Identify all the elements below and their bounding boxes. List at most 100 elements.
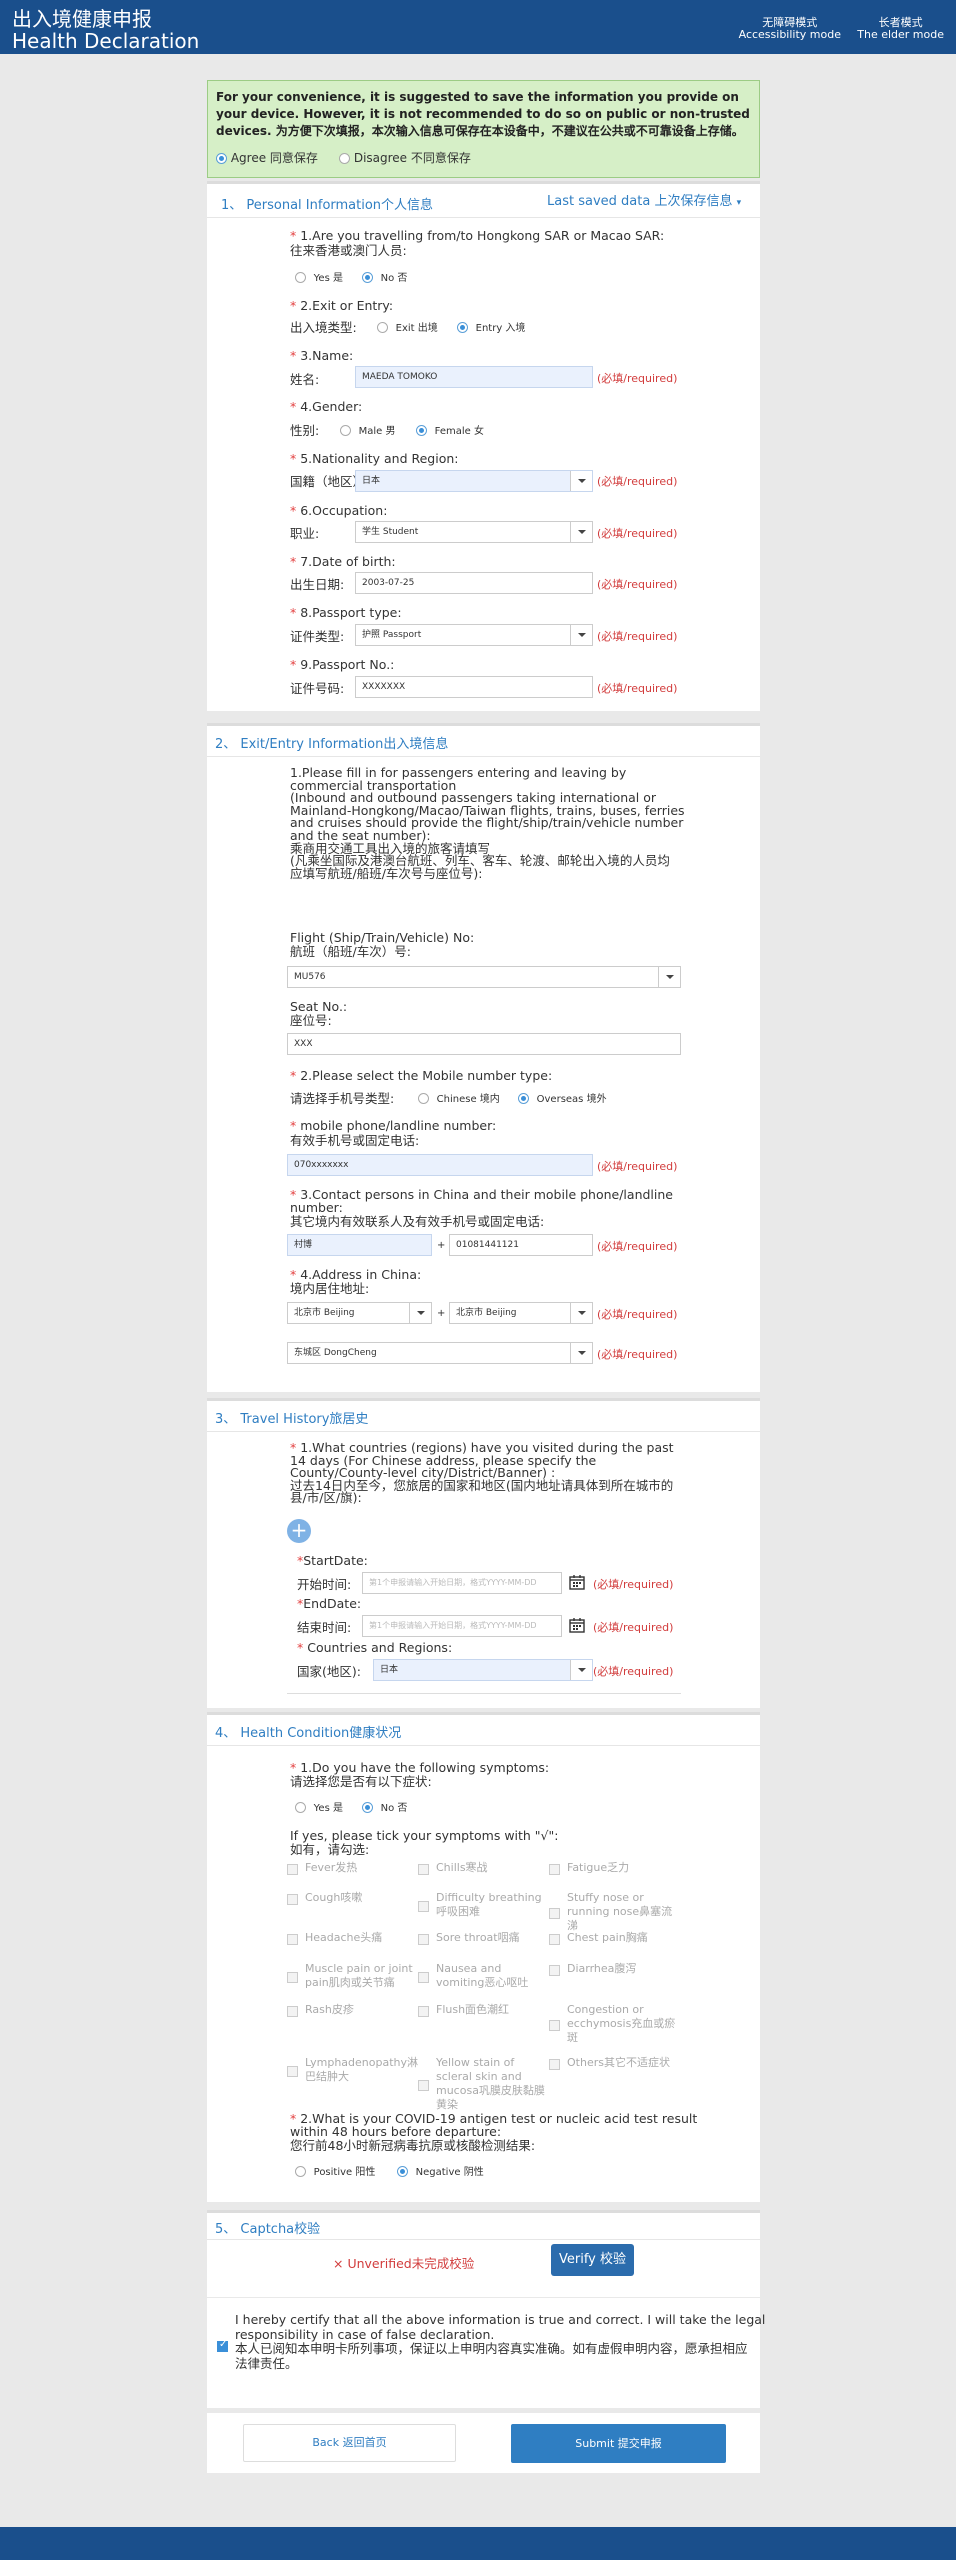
- accessibility-mode-link[interactable]: 无障碍模式 Accessibility mode: [739, 17, 841, 41]
- contact-name-input[interactable]: 村博: [287, 1234, 432, 1256]
- negative-radio[interactable]: [397, 2166, 408, 2177]
- symptom-checkbox[interactable]: [549, 2020, 560, 2031]
- q1-no-option[interactable]: No 否: [362, 270, 407, 286]
- q1-yes-option[interactable]: Yes 是: [295, 270, 343, 286]
- divider: [287, 1693, 681, 1694]
- verify-button[interactable]: Verify 校验: [551, 2244, 634, 2276]
- dob-input[interactable]: 2003-07-25: [355, 572, 593, 594]
- chevron-down-icon[interactable]: [570, 1660, 592, 1680]
- test-q-cn: 您行前48小时新冠病毒抗原或核酸检测结果:: [290, 2138, 536, 2153]
- last-saved-dropdown[interactable]: Last saved data 上次保存信息 ▾: [547, 194, 741, 211]
- symptom-checkbox[interactable]: [549, 1864, 560, 1875]
- q7-cn: 出生日期:: [290, 577, 345, 592]
- symptoms-yes-option[interactable]: Yes 是: [295, 1800, 343, 1816]
- calendar-icon[interactable]: [569, 1574, 585, 1590]
- section-title: 3、 Travel History旅居史: [215, 1412, 369, 1427]
- symptom-checkbox[interactable]: [549, 1908, 560, 1919]
- symptoms-q-cn: 请选择您是否有以下症状:: [290, 1774, 432, 1789]
- q8-cn: 证件类型:: [290, 629, 345, 644]
- exit-option[interactable]: Exit 出境: [377, 320, 438, 336]
- app-footer: [0, 2527, 956, 2560]
- negative-option[interactable]: Negative 阴性: [397, 2164, 484, 2180]
- yes-radio[interactable]: [295, 272, 306, 283]
- submit-button[interactable]: Submit 提交申报: [511, 2424, 726, 2463]
- symptoms-no-option[interactable]: No 否: [362, 1800, 407, 1816]
- male-radio[interactable]: [340, 425, 351, 436]
- positive-option[interactable]: Positive 阳性: [295, 2164, 375, 2180]
- start-date-input[interactable]: 第1个申报请输入开始日期，格式YYYY-MM-DD: [362, 1572, 562, 1594]
- no-radio[interactable]: [362, 272, 373, 283]
- exit-radio[interactable]: [377, 322, 388, 333]
- agree-radio[interactable]: [216, 153, 227, 164]
- symptom-checkbox[interactable]: [418, 1864, 429, 1875]
- agree-option[interactable]: Agree 同意保存: [216, 151, 318, 166]
- symptom-checkbox[interactable]: [287, 2006, 298, 2017]
- positive-radio[interactable]: [295, 2166, 306, 2177]
- end-date-input[interactable]: 第1个申报请输入开始日期，格式YYYY-MM-DD: [362, 1615, 562, 1637]
- mobile-en: * mobile phone/landline number:: [290, 1118, 497, 1133]
- end-date-en: *EndDate:: [297, 1596, 362, 1611]
- calendar-icon[interactable]: [569, 1617, 585, 1633]
- city-select[interactable]: 北京市 Beijing: [449, 1302, 593, 1324]
- disagree-option[interactable]: Disagree 不同意保存: [339, 151, 471, 166]
- symptom-checkbox[interactable]: [287, 1972, 298, 1983]
- passport-type-select[interactable]: 护照 Passport: [355, 624, 593, 646]
- name-input[interactable]: MAEDA TOMOKO: [355, 366, 593, 388]
- chevron-down-icon[interactable]: [409, 1303, 431, 1323]
- chinese-option[interactable]: Chinese 境内: [418, 1091, 500, 1107]
- symptom-checkbox[interactable]: [418, 2006, 429, 2017]
- overseas-radio[interactable]: [518, 1093, 529, 1104]
- symptom-checkbox[interactable]: [549, 1965, 560, 1976]
- certify-checkbox[interactable]: ✓: [217, 2339, 228, 2352]
- no-radio[interactable]: [362, 1802, 373, 1813]
- chevron-down-icon[interactable]: [570, 522, 592, 542]
- overseas-option[interactable]: Overseas 境外: [518, 1091, 607, 1107]
- title-cn: 出入境健康申报: [12, 7, 152, 31]
- passport-no-input[interactable]: XXXXXXX: [355, 676, 593, 698]
- chinese-radio[interactable]: [418, 1093, 429, 1104]
- province-select[interactable]: 北京市 Beijing: [287, 1302, 432, 1324]
- chevron-down-icon[interactable]: [570, 471, 592, 491]
- symptom-label: Chills寒战: [436, 1861, 488, 1874]
- symptom-checkbox[interactable]: [287, 1934, 298, 1945]
- symptom-checkbox[interactable]: [549, 1934, 560, 1945]
- flight-select[interactable]: MU576: [287, 966, 681, 988]
- female-option[interactable]: Female 女: [416, 423, 484, 439]
- symptom-label: Headache头痛: [305, 1931, 383, 1944]
- symptom-checkbox[interactable]: [418, 2080, 429, 2091]
- symptom-checkbox[interactable]: [287, 1864, 298, 1875]
- symptom-checkbox[interactable]: [418, 1934, 429, 1945]
- chevron-down-icon[interactable]: [570, 1343, 592, 1363]
- female-radio[interactable]: [416, 425, 427, 436]
- symptom-checkbox[interactable]: [418, 1972, 429, 1983]
- tick-cn: 如有，请勾选:: [290, 1842, 370, 1857]
- symptom-checkbox[interactable]: [287, 2066, 298, 2077]
- test-q-en-2: within 48 hours before departure:: [290, 2124, 502, 2139]
- back-button[interactable]: Back 返回首页: [243, 2424, 456, 2462]
- country-en: * Countries and Regions:: [297, 1640, 453, 1655]
- mobile-input[interactable]: 070xxxxxxx: [287, 1154, 593, 1176]
- divider: [207, 2239, 760, 2240]
- entry-radio[interactable]: [457, 322, 468, 333]
- disagree-radio[interactable]: [339, 153, 350, 164]
- male-option[interactable]: Male 男: [340, 423, 396, 439]
- occupation-select[interactable]: 学生 Student: [355, 521, 593, 543]
- symptom-label: Yellow stain of scleral skin and mucosa巩膜皮…: [436, 2056, 545, 2111]
- nationality-select[interactable]: 日本: [355, 470, 593, 492]
- seat-input[interactable]: XXX: [287, 1033, 681, 1055]
- symptom-checkbox[interactable]: [418, 1901, 429, 1912]
- district-select[interactable]: 东城区 DongCheng: [287, 1342, 593, 1364]
- symptom-checkbox[interactable]: [549, 2059, 560, 2070]
- symptom-label: Fever发热: [305, 1861, 358, 1874]
- chevron-down-icon[interactable]: [658, 967, 680, 987]
- yes-radio[interactable]: [295, 1802, 306, 1813]
- contact-phone-input[interactable]: 01081441121: [449, 1234, 593, 1256]
- symptom-checkbox[interactable]: [287, 1894, 298, 1905]
- entry-option[interactable]: Entry 入境: [457, 320, 525, 336]
- last-saved-label: Last saved data 上次保存信息: [547, 194, 733, 209]
- chevron-down-icon[interactable]: [570, 625, 592, 645]
- country-select[interactable]: 日本: [373, 1659, 593, 1681]
- plus-circle-icon[interactable]: +: [287, 1519, 311, 1543]
- elder-mode-link[interactable]: 长者模式 The elder mode: [857, 17, 944, 41]
- chevron-down-icon[interactable]: [570, 1303, 592, 1323]
